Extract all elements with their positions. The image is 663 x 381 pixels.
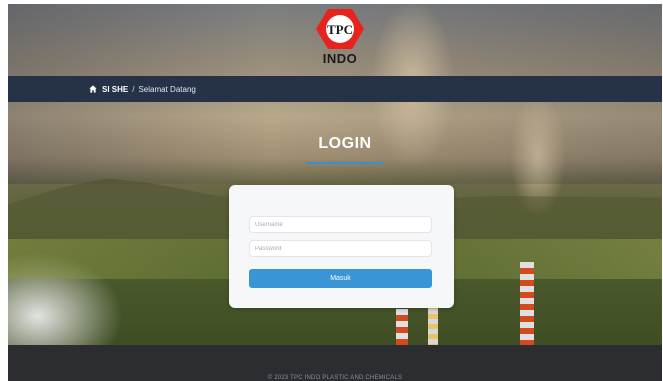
chimney [396,309,408,345]
logo-text: INDO [322,51,358,66]
breadcrumb-home[interactable]: SI SHE [102,85,128,94]
chimney [428,304,438,345]
page: TPC INDO SI SHE / Selamat Datang LOGIN M… [8,4,662,381]
chimney [520,262,534,345]
logo-mark: TPC [327,22,353,37]
tpc-logo[interactable]: TPC INDO [308,7,372,69]
logo-icon: TPC [316,9,364,49]
login-title: LOGIN [318,135,372,152]
breadcrumb-separator: / [132,84,135,94]
home-icon[interactable] [89,85,97,93]
breadcrumb-current: Selamat Datang [138,84,196,94]
footer-copyright: © 2023 TPC INDO PLASTIC AND CHEMICALS [267,375,403,381]
username-input[interactable] [249,216,432,233]
login-button[interactable]: Masuk [249,269,432,288]
breadcrumb: SI SHE / Selamat Datang [89,85,196,94]
password-input[interactable] [249,240,432,257]
footer: © 2023 TPC INDO PLASTIC AND CHEMICALS [8,345,662,381]
navbar: SI SHE / Selamat Datang [8,76,662,102]
login-card: Masuk [229,185,454,308]
title-underline [306,162,383,164]
